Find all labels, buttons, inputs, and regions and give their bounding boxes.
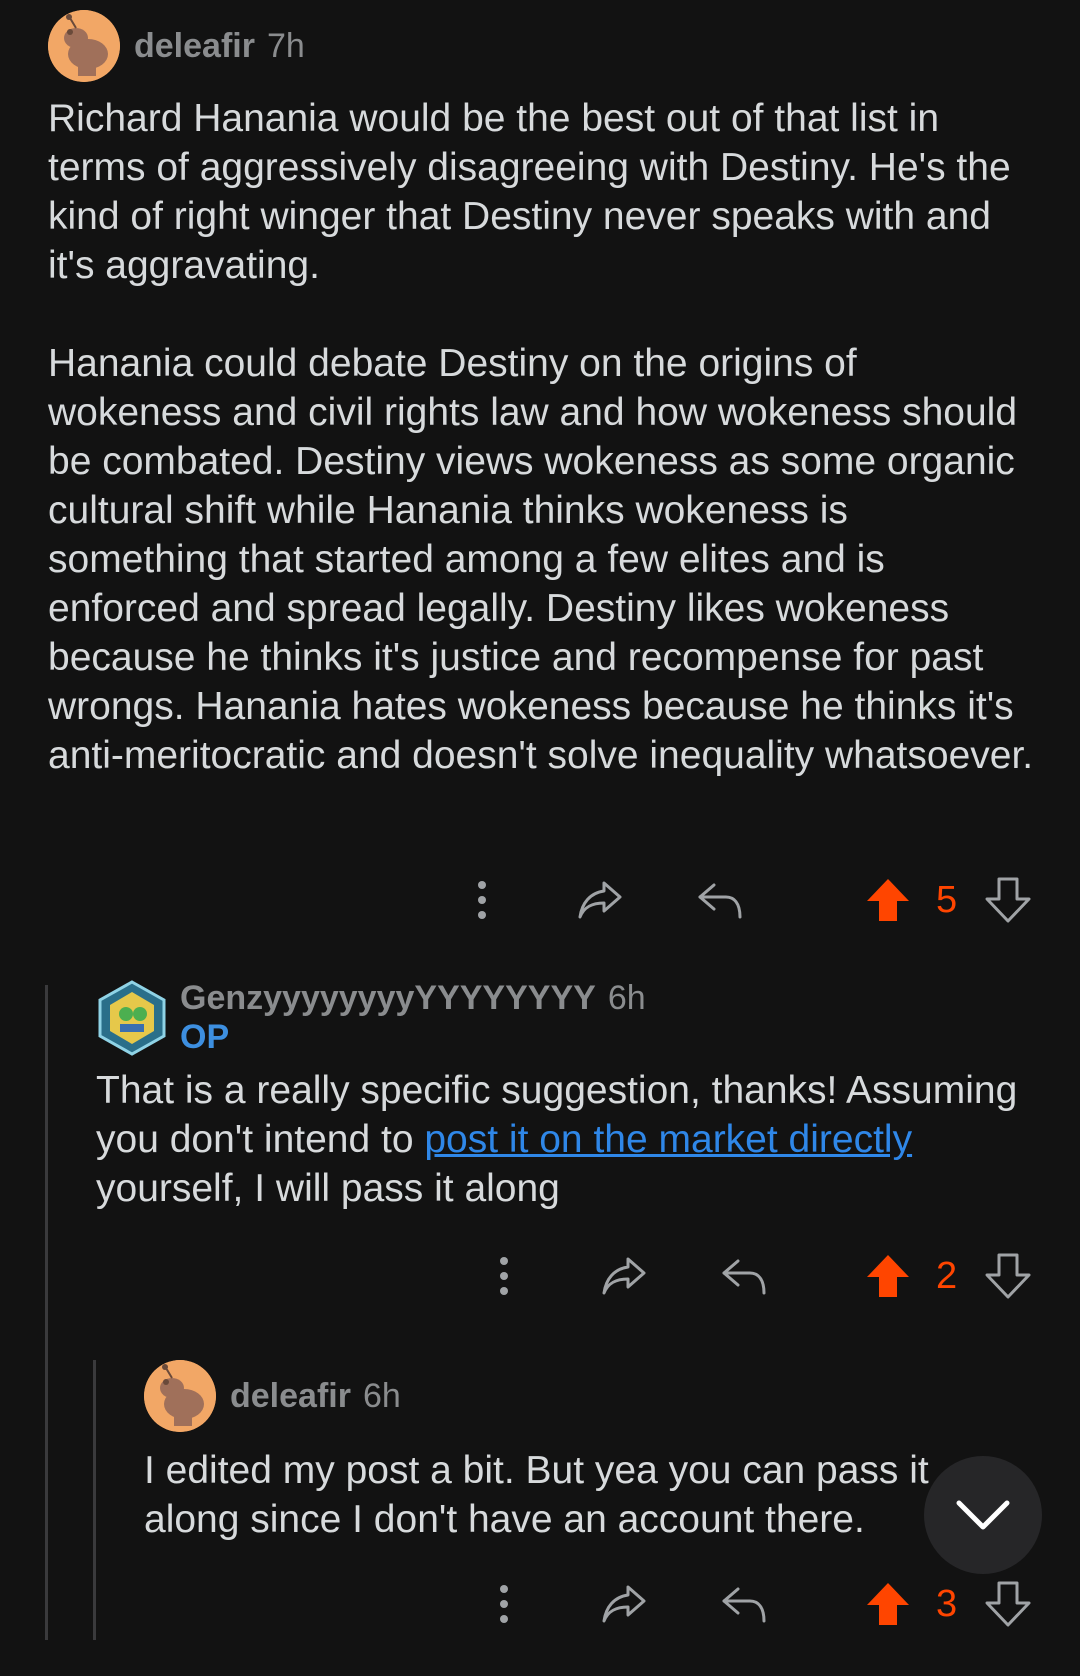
upvote-icon[interactable] bbox=[862, 1574, 914, 1634]
vote-score: 5 bbox=[936, 878, 958, 921]
chevron-down-icon bbox=[953, 1497, 1013, 1533]
more-vertical-icon[interactable] bbox=[462, 870, 502, 930]
username[interactable]: GenzyyyyyyyyYYYYYYYY bbox=[180, 979, 596, 1018]
comment-body: I edited my post a bit. But yea you can … bbox=[144, 1446, 944, 1544]
more-vertical-icon[interactable] bbox=[484, 1574, 524, 1634]
comment-body: Richard Hanania would be the best out of… bbox=[48, 94, 1038, 780]
timestamp: 7h bbox=[266, 26, 305, 65]
downvote-icon[interactable] bbox=[982, 1574, 1034, 1634]
comment-paragraph: Hanania could debate Destiny on the orig… bbox=[48, 342, 1034, 777]
upvote-icon[interactable] bbox=[862, 1246, 914, 1306]
comment-header: GenzyyyyyyyyYYYYYYYY 6h OP bbox=[98, 978, 646, 1058]
op-badge: OP bbox=[180, 1018, 230, 1056]
comment-text: I edited my post a bit. But yea you can … bbox=[144, 1449, 929, 1541]
downvote-icon[interactable] bbox=[982, 1246, 1034, 1306]
snoo-avatar-icon[interactable] bbox=[144, 1360, 216, 1432]
vote-score: 3 bbox=[936, 1582, 958, 1625]
reply-icon[interactable] bbox=[690, 870, 750, 930]
reply-icon[interactable] bbox=[714, 1246, 774, 1306]
username[interactable]: deleafir bbox=[230, 1377, 351, 1416]
comment-actions: 3 bbox=[0, 1574, 1080, 1634]
thread-line[interactable] bbox=[45, 985, 48, 1640]
hexagon-avatar-icon[interactable] bbox=[98, 980, 166, 1056]
scroll-down-button[interactable] bbox=[924, 1456, 1042, 1574]
username[interactable]: deleafir bbox=[134, 27, 255, 66]
comment-actions: 5 bbox=[0, 870, 1080, 930]
timestamp: 6h bbox=[607, 979, 646, 1017]
upvote-icon[interactable] bbox=[862, 870, 914, 930]
comment-text: yourself, I will pass it along bbox=[96, 1167, 560, 1210]
timestamp: 6h bbox=[362, 1376, 401, 1415]
downvote-icon[interactable] bbox=[982, 870, 1034, 930]
share-icon[interactable] bbox=[594, 1246, 654, 1306]
more-vertical-icon[interactable] bbox=[484, 1246, 524, 1306]
comment-paragraph: Richard Hanania would be the best out of… bbox=[48, 97, 1011, 287]
share-icon[interactable] bbox=[570, 870, 630, 930]
comment-actions: 2 bbox=[0, 1246, 1080, 1306]
market-link[interactable]: post it on the market directly bbox=[424, 1118, 912, 1161]
snoo-avatar-icon[interactable] bbox=[48, 10, 120, 82]
comment-header: deleafir 6h bbox=[144, 1360, 401, 1432]
vote-score: 2 bbox=[936, 1254, 958, 1297]
share-icon[interactable] bbox=[594, 1574, 654, 1634]
comment-header: deleafir 7h bbox=[48, 10, 305, 82]
comment-body: That is a really specific suggestion, th… bbox=[96, 1066, 1041, 1213]
reply-icon[interactable] bbox=[714, 1574, 774, 1634]
